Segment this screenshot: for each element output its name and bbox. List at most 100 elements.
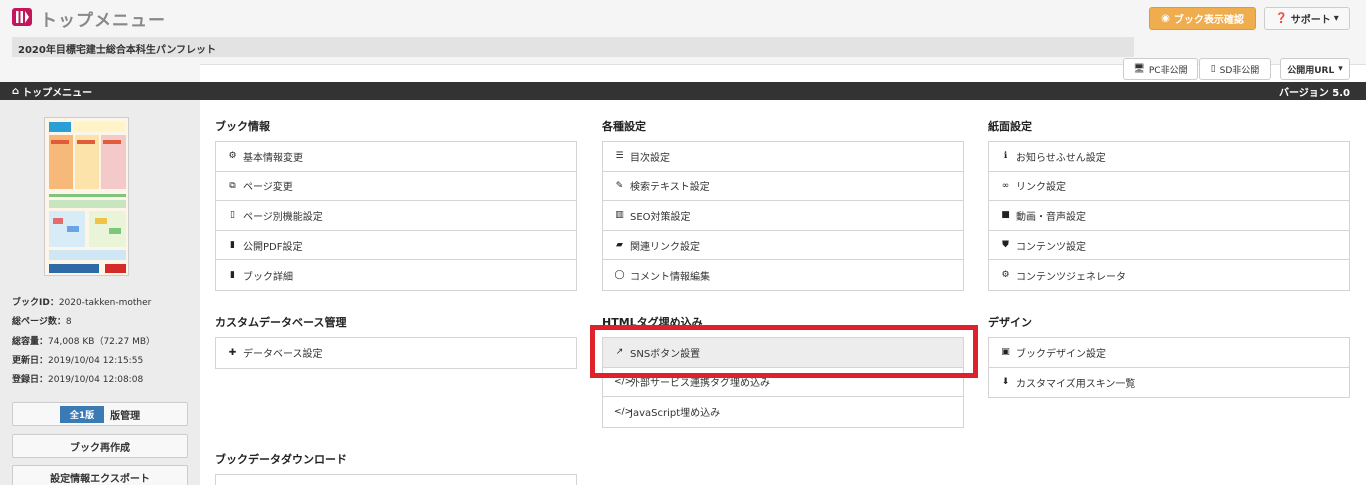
menu-item-book-design[interactable]: ▣ ブックデザイン設定 <box>989 338 1349 368</box>
menu-item-label: コメント情報編集 <box>630 271 710 283</box>
pc-private-button[interactable]: 🖥 PC非公開 <box>1123 58 1198 80</box>
menu-item-label: 目次設定 <box>630 152 670 164</box>
home-label: トップメニュー <box>22 88 93 99</box>
size-row: 総容量：74,008 KB（72.27 MB） <box>12 333 155 352</box>
menu-item-toc[interactable]: ☰ 目次設定 <box>603 142 963 172</box>
menu-item-label: コンテンツ設定 <box>1016 241 1086 253</box>
menu-item-label: コンテンツジェネレータ <box>1016 271 1126 283</box>
code-icon: </> <box>614 406 633 417</box>
monitor-icon: 🖥 <box>1133 64 1145 74</box>
book-id-row: ブックID：2020-takken-mother <box>12 294 155 313</box>
version-manage-button[interactable]: 全1版 版管理 <box>12 402 188 426</box>
highlight-box <box>590 325 978 378</box>
panel-book-info: ⚙ 基本情報変更 ⧉ ページ変更 ▯ ページ別機能設定 ▮ 公開PDF設定 ▮ ブック詳細 <box>215 141 577 291</box>
menu-item-contents[interactable]: ⛊ コンテンツ設定 <box>989 231 1349 261</box>
registered-label: 登録日： <box>12 375 49 386</box>
menu-item-label: 検索テキスト設定 <box>630 182 710 194</box>
question-icon: ❓ <box>1275 13 1288 24</box>
sd-private-button[interactable]: ▯ SD非公開 <box>1199 58 1271 80</box>
menu-item-label: 基本情報変更 <box>243 152 303 164</box>
menu-item-label: ページ別機能設定 <box>243 211 323 223</box>
panel-download <box>215 474 577 485</box>
panel-paper: ℹ お知らせふせん設定 ∞ リンク設定 ■ 動画・音声設定 ⛊ コンテンツ設定 ⚙ コンテ… <box>988 141 1350 291</box>
public-url-dropdown[interactable]: 公開用URL ▾ <box>1280 58 1350 80</box>
puzzle-icon: ✚ <box>228 347 237 358</box>
menu-item-video-audio[interactable]: ■ 動画・音声設定 <box>989 201 1349 231</box>
menu-item-database-settings[interactable]: ✚ データベース設定 <box>216 338 576 368</box>
public-url-label: 公開用URL <box>1287 65 1335 76</box>
mobile-icon: ▯ <box>1210 64 1216 74</box>
edit-icon: ✎ <box>615 180 624 191</box>
book-title: 2020年目標宅建士総合本科生パンフレット <box>18 45 217 56</box>
book-id-label: ブックID： <box>12 298 59 308</box>
menu-item-comments[interactable]: ◯ コメント情報編集 <box>603 260 963 290</box>
menu-item-skin-list[interactable]: ⬇ カスタマイズ用スキン一覧 <box>989 368 1349 398</box>
menu-item-related-links[interactable]: ▰ 関連リンク設定 <box>603 231 963 261</box>
menu-item-seo[interactable]: ▥ SEO対策設定 <box>603 201 963 231</box>
panel-custom-db: ✚ データベース設定 <box>215 337 577 369</box>
file-icon: ▮ <box>230 240 235 251</box>
code-icon: </> <box>614 376 633 387</box>
menu-item-notice-sticky[interactable]: ℹ お知らせふせん設定 <box>989 142 1349 172</box>
menu-item-search-text[interactable]: ✎ 検索テキスト設定 <box>603 172 963 202</box>
updated-label: 更新日： <box>12 355 49 366</box>
support-label: サポート <box>1290 15 1331 26</box>
book-thumbnail[interactable] <box>44 117 129 276</box>
app-logo-icon <box>12 8 32 26</box>
app-title: トップメニュー <box>40 11 166 31</box>
registered-row: 登録日：2019/10/04 12:08:08 <box>12 371 155 390</box>
pages-value: 8 <box>65 317 72 328</box>
export-settings-button[interactable]: 設定情報エクスポート <box>12 465 188 485</box>
version-label: バージョン 5.0 <box>1279 88 1350 99</box>
home-link[interactable]: ⌂ トップメニュー <box>12 84 92 99</box>
book-info-list: ブックID：2020-takken-mother 総ページ数：8 総容量：74,… <box>12 294 155 390</box>
book-icon: ▰ <box>616 240 623 251</box>
image-icon: ▣ <box>1001 347 1010 358</box>
menu-item-basic-info[interactable]: ⚙ 基本情報変更 <box>216 142 576 172</box>
menu-item-link-settings[interactable]: ∞ リンク設定 <box>989 172 1349 202</box>
sidebar: ブックID：2020-takken-mother 総ページ数：8 総容量：74,… <box>0 100 200 485</box>
menu-item-label: 動画・音声設定 <box>1016 211 1086 223</box>
file-icon: ▮ <box>230 270 235 281</box>
version-manage-label: 版管理 <box>110 410 141 422</box>
menu-item-label: お知らせふせん設定 <box>1016 152 1106 164</box>
menu-item-label: 関連リンク設定 <box>630 241 700 253</box>
link-icon: ∞ <box>1001 180 1010 191</box>
gear-icon: ⚙ <box>228 151 237 162</box>
caret-down-icon: ▾ <box>1333 13 1339 24</box>
pages-label: 総ページ数： <box>12 317 66 328</box>
version-badge: 全1版 <box>59 405 105 423</box>
menu-item-label: ブック詳細 <box>243 271 293 283</box>
support-dropdown[interactable]: ❓ サポート ▾ <box>1264 7 1350 30</box>
pc-private-label: PC非公開 <box>1148 65 1188 76</box>
updated-row: 更新日：2019/10/04 12:15:55 <box>12 352 155 371</box>
html5-icon: ⛊ <box>1002 240 1009 251</box>
rebuild-book-button[interactable]: ブック再作成 <box>12 434 188 458</box>
updated-value: 2019/10/04 12:15:55 <box>48 355 144 366</box>
comment-icon: ◯ <box>614 270 625 281</box>
menu-item-page-functions[interactable]: ▯ ページ別機能設定 <box>216 201 576 231</box>
section-title-custom-db: カスタムデータベース管理 <box>215 316 347 329</box>
book-id-value: 2020-takken-mother <box>58 298 152 308</box>
section-title-download: ブックデータダウンロード <box>215 453 347 466</box>
menu-item-content-generator[interactable]: ⚙ コンテンツジェネレータ <box>989 260 1349 290</box>
menu-item-label: データベース設定 <box>243 349 323 361</box>
registered-value: 2019/10/04 12:08:08 <box>48 375 144 386</box>
book-title-bar: 2020年目標宅建士総合本科生パンフレット <box>12 37 1134 57</box>
cogs-icon: ⚙ <box>1001 270 1010 281</box>
section-title-paper: 紙面設定 <box>988 120 1032 133</box>
preview-book-button[interactable]: ◉ ブック表示確認 <box>1149 7 1256 30</box>
download-icon: ⬇ <box>1001 377 1010 388</box>
copy-icon: ⧉ <box>229 180 236 191</box>
chart-icon: ▥ <box>615 210 624 221</box>
menu-item-book-detail[interactable]: ▮ ブック詳細 <box>216 260 576 290</box>
size-label: 総容量： <box>12 336 49 347</box>
menu-item-public-pdf[interactable]: ▮ 公開PDF設定 <box>216 231 576 261</box>
main-content: ブック情報 ⚙ 基本情報変更 ⧉ ページ変更 ▯ ページ別機能設定 ▮ 公開PDF設定 … <box>200 100 1366 485</box>
size-value: 74,008 KB（72.27 MB） <box>48 336 156 347</box>
caret-down-icon: ▾ <box>1338 64 1343 74</box>
info-icon: ℹ <box>1003 151 1008 162</box>
menu-item-page-change[interactable]: ⧉ ページ変更 <box>216 172 576 202</box>
menu-item-label: リンク設定 <box>1016 182 1066 194</box>
menu-item-javascript[interactable]: </> JavaScript埋め込み <box>603 397 963 427</box>
